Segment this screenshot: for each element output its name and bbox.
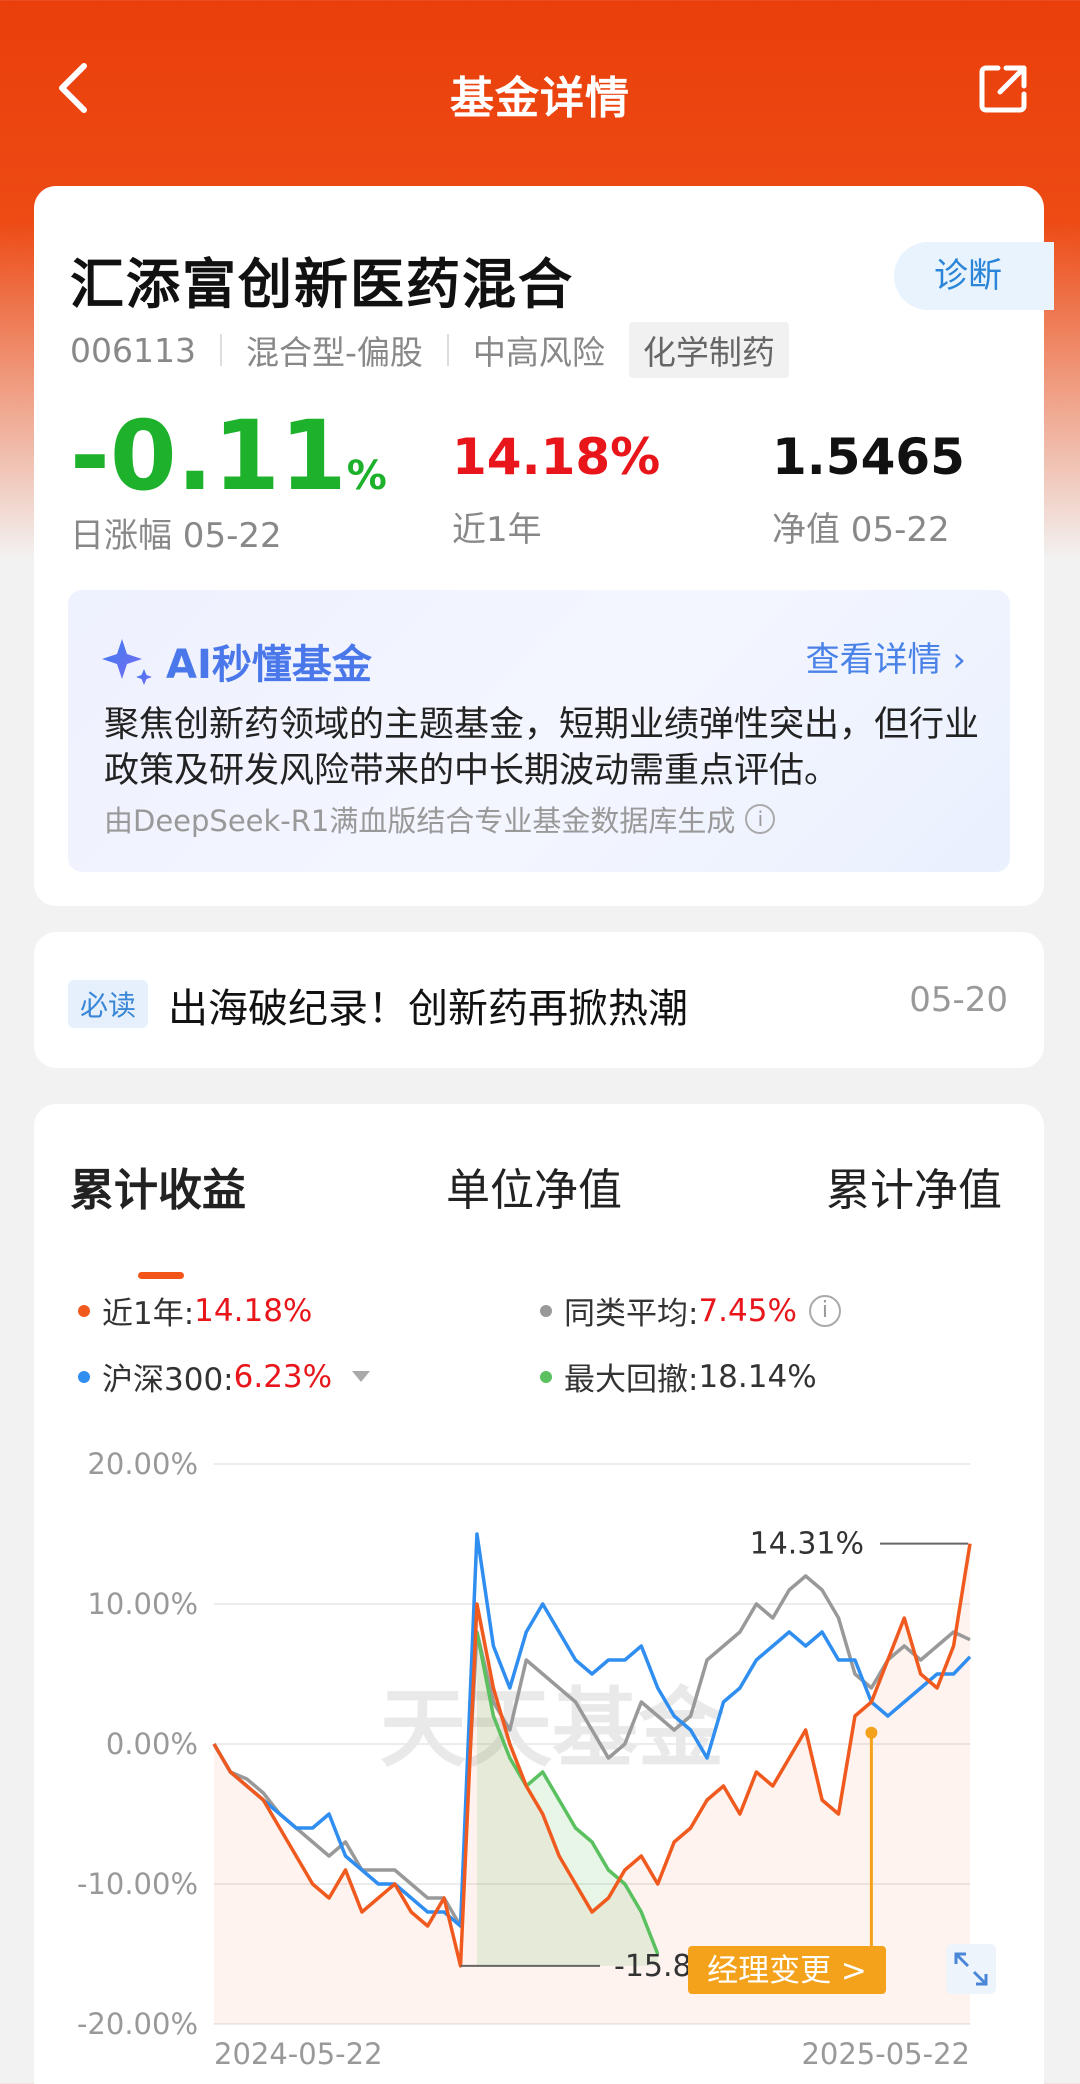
year-return-label: 近1年 <box>452 510 542 550</box>
chart-card: 累计收益 单位净值 累计净值 近1年: 14.18% 同类平均: 7.45% i… <box>34 1104 1044 2084</box>
manager-change-button[interactable]: 经理变更 > <box>688 1946 886 1994</box>
return-chart[interactable]: 20.00%10.00%0.00%-10.00%-20.00%天天基金2024-… <box>34 1104 1044 2084</box>
daily-change-unit: % <box>346 453 387 499</box>
ai-title: AI秒懂基金 <box>102 632 372 690</box>
ai-summary-box[interactable]: AI秒懂基金 查看详情 › 聚焦创新药领域的主题基金，短期业绩弹性突出，但行业政… <box>68 590 1010 872</box>
news-title: 出海破纪录！创新药再掀热潮 <box>168 986 688 1032</box>
divider <box>219 334 222 366</box>
diagnose-button[interactable]: 诊断 <box>894 242 1054 310</box>
fund-name: 汇添富创新医药混合 <box>70 253 574 316</box>
y-tick-label: 0.00% <box>106 1727 198 1761</box>
daily-change-value: -0.11 <box>70 400 347 512</box>
info-icon[interactable]: i <box>745 804 776 834</box>
share-icon[interactable] <box>976 62 1030 116</box>
y-tick-label: 20.00% <box>87 1447 198 1481</box>
ai-source-text: 由DeepSeek-R1满血版结合专业基金数据库生成 <box>104 804 736 838</box>
nav-metric: 1.5465 净值 05-22 <box>772 432 965 551</box>
manager-change-dot <box>865 1726 878 1739</box>
max-annotation: 14.31% <box>750 1527 864 1562</box>
divider <box>446 334 449 366</box>
chevron-right-icon: › <box>952 640 966 680</box>
ai-source: 由DeepSeek-R1满血版结合专业基金数据库生成 i <box>104 798 776 840</box>
view-details-link[interactable]: 查看详情 › <box>806 632 966 681</box>
ai-title-text: AI秒懂基金 <box>166 642 372 688</box>
top-nav-bar: 基金详情 <box>0 0 1080 180</box>
must-read-badge: 必读 <box>68 980 149 1028</box>
news-card[interactable]: 必读 出海破纪录！创新药再掀热潮 05-20 <box>34 932 1044 1068</box>
year-return-value: 14.18% <box>452 428 661 486</box>
fund-tags: 006113 混合型-偏股 中高风险 化学制药 <box>70 322 789 378</box>
ai-summary-text: 聚焦创新药领域的主题基金，短期业绩弹性突出，但行业政策及研发风险带来的中长期波动… <box>104 705 980 791</box>
expand-icon-bg <box>946 1944 996 1994</box>
y-tick-label: 10.00% <box>87 1587 198 1621</box>
fund-info-card: 汇添富创新医药混合 诊断 006113 混合型-偏股 中高风险 化学制药 -0.… <box>34 186 1054 906</box>
nav-value: 1.5465 <box>772 428 965 486</box>
sparkle-icon <box>102 639 152 685</box>
fund-type: 混合型-偏股 <box>245 333 423 372</box>
y-tick-label: -10.00% <box>77 1867 198 1901</box>
fund-risk: 中高风险 <box>472 333 605 372</box>
daily-change-metric: -0.11% 日涨幅 05-22 <box>70 408 387 557</box>
fund-code: 006113 <box>70 330 196 370</box>
nav-label: 净值 05-22 <box>772 510 950 550</box>
page-title: 基金详情 <box>450 73 630 124</box>
x-tick-label: 2024-05-22 <box>214 2037 383 2071</box>
y-tick-label: -20.00% <box>77 2007 198 2041</box>
expand-icon[interactable] <box>946 1944 996 1994</box>
daily-change-label: 日涨幅 05-22 <box>70 516 282 556</box>
manager-change-label: 经理变更 > <box>707 1953 867 1989</box>
sector-tag[interactable]: 化学制药 <box>628 322 789 378</box>
year-return-metric: 14.18% 近1年 <box>452 432 660 551</box>
x-tick-label: 2025-05-22 <box>801 2037 970 2071</box>
view-details-label: 查看详情 <box>805 640 942 680</box>
news-date: 05-20 <box>909 980 1008 1020</box>
